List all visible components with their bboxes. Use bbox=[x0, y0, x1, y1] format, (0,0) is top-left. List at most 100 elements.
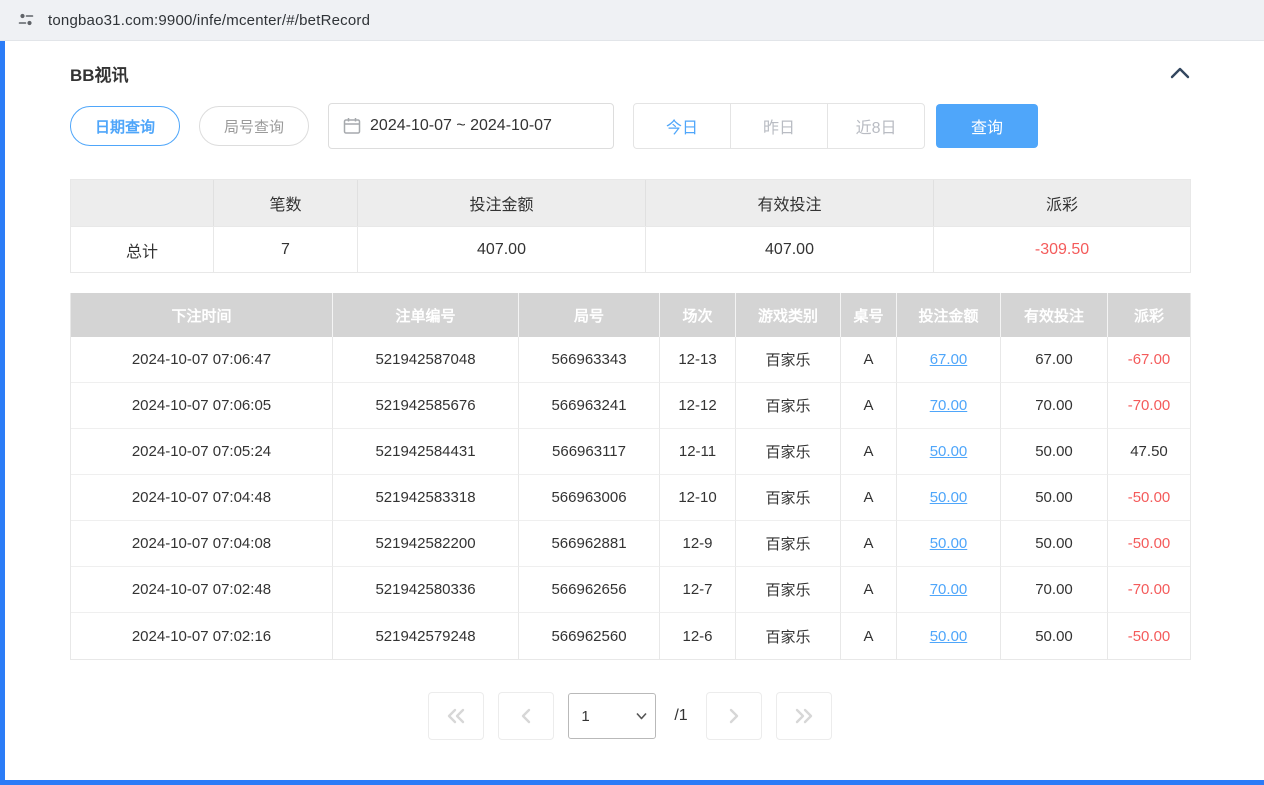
next-page-button[interactable] bbox=[706, 692, 762, 740]
summary-table: 笔数投注金额有效投注派彩 总计7407.00407.00-309.50 bbox=[70, 179, 1191, 273]
table-header-cell: 桌号 bbox=[841, 293, 897, 337]
order-id-cell: 521942580336 bbox=[333, 567, 519, 613]
double-chevron-left-icon bbox=[445, 708, 467, 724]
table-body: 2024-10-07 07:06:47521942587048566963343… bbox=[71, 337, 1190, 659]
round-id-cell: 566963006 bbox=[519, 475, 660, 521]
bet-amount-link[interactable]: 67.00 bbox=[897, 337, 1001, 383]
summary-label-cell: 总计 bbox=[71, 226, 214, 272]
table-no-cell: A bbox=[841, 521, 897, 567]
summary-count-cell: 7 bbox=[214, 226, 358, 272]
valid-bet-cell: 70.00 bbox=[1001, 567, 1108, 613]
pagination: 1 /1 bbox=[70, 692, 1190, 740]
double-chevron-right-icon bbox=[793, 708, 815, 724]
game-type-cell: 百家乐 bbox=[736, 383, 841, 429]
session-cell: 12-11 bbox=[660, 429, 736, 475]
table-no-cell: A bbox=[841, 567, 897, 613]
payout-cell: -67.00 bbox=[1108, 337, 1190, 383]
chevron-right-icon bbox=[728, 708, 740, 724]
collapse-button[interactable] bbox=[1170, 67, 1190, 79]
table-no-cell: A bbox=[841, 383, 897, 429]
last-page-button[interactable] bbox=[776, 692, 832, 740]
quick-last8days-button[interactable]: 近8日 bbox=[827, 103, 925, 149]
date-range-input[interactable]: 2024-10-07 ~ 2024-10-07 bbox=[328, 103, 614, 149]
payout-cell: -70.00 bbox=[1108, 383, 1190, 429]
bet-amount-link[interactable]: 50.00 bbox=[897, 521, 1001, 567]
summary-valid-cell: 407.00 bbox=[646, 226, 934, 272]
bet-record-table: 下注时间注单编号局号场次游戏类别桌号投注金额有效投注派彩 2024-10-07 … bbox=[70, 293, 1191, 660]
table-row: 2024-10-07 07:02:48521942580336566962656… bbox=[71, 567, 1190, 613]
date-range-value: 2024-10-07 ~ 2024-10-07 bbox=[370, 117, 552, 135]
round-query-tab[interactable]: 局号查询 bbox=[199, 106, 309, 146]
valid-bet-cell: 70.00 bbox=[1001, 383, 1108, 429]
table-no-cell: A bbox=[841, 429, 897, 475]
chevron-left-icon bbox=[520, 708, 532, 724]
summary-bet-cell: 407.00 bbox=[358, 226, 646, 272]
search-button[interactable]: 查询 bbox=[936, 104, 1038, 148]
url-text: tongbao31.com:9900/infe/mcenter/#/betRec… bbox=[48, 12, 370, 29]
table-header-cell: 有效投注 bbox=[1001, 293, 1108, 337]
first-page-button[interactable] bbox=[428, 692, 484, 740]
bet-amount-link[interactable]: 50.00 bbox=[897, 475, 1001, 521]
summary-header-cell: 派彩 bbox=[934, 180, 1190, 226]
table-no-cell: A bbox=[841, 337, 897, 383]
table-header-row: 下注时间注单编号局号场次游戏类别桌号投注金额有效投注派彩 bbox=[71, 293, 1190, 337]
date-query-tab[interactable]: 日期查询 bbox=[70, 106, 180, 146]
valid-bet-cell: 50.00 bbox=[1001, 521, 1108, 567]
valid-bet-cell: 50.00 bbox=[1001, 475, 1108, 521]
filter-bar: 日期查询 局号查询 2024-10-07 ~ 2024-10-07 今日昨日近8… bbox=[70, 103, 1190, 149]
game-type-cell: 百家乐 bbox=[736, 521, 841, 567]
order-id-cell: 521942582200 bbox=[333, 521, 519, 567]
bet-time-cell: 2024-10-07 07:05:24 bbox=[71, 429, 333, 475]
prev-page-button[interactable] bbox=[498, 692, 554, 740]
bet-amount-link[interactable]: 50.00 bbox=[897, 429, 1001, 475]
page-select[interactable]: 1 bbox=[568, 693, 656, 739]
game-type-cell: 百家乐 bbox=[736, 567, 841, 613]
table-row: 2024-10-07 07:06:47521942587048566963343… bbox=[71, 337, 1190, 383]
session-cell: 12-13 bbox=[660, 337, 736, 383]
session-cell: 12-9 bbox=[660, 521, 736, 567]
table-row: 2024-10-07 07:06:05521942585676566963241… bbox=[71, 383, 1190, 429]
table-header-cell: 派彩 bbox=[1108, 293, 1190, 337]
payout-cell: -50.00 bbox=[1108, 613, 1190, 659]
summary-header-cell: 投注金额 bbox=[358, 180, 646, 226]
table-header-cell: 投注金额 bbox=[897, 293, 1001, 337]
bet-amount-link[interactable]: 50.00 bbox=[897, 613, 1001, 659]
summary-header-cell bbox=[71, 180, 214, 226]
game-type-cell: 百家乐 bbox=[736, 475, 841, 521]
table-header-cell: 局号 bbox=[519, 293, 660, 337]
session-cell: 12-10 bbox=[660, 475, 736, 521]
quick-yesterday-button[interactable]: 昨日 bbox=[730, 103, 828, 149]
table-no-cell: A bbox=[841, 613, 897, 659]
valid-bet-cell: 50.00 bbox=[1001, 429, 1108, 475]
session-cell: 12-12 bbox=[660, 383, 736, 429]
bet-time-cell: 2024-10-07 07:04:08 bbox=[71, 521, 333, 567]
game-type-cell: 百家乐 bbox=[736, 337, 841, 383]
table-row: 2024-10-07 07:05:24521942584431566963117… bbox=[71, 429, 1190, 475]
game-type-cell: 百家乐 bbox=[736, 613, 841, 659]
table-row: 2024-10-07 07:04:48521942583318566963006… bbox=[71, 475, 1190, 521]
bet-time-cell: 2024-10-07 07:02:16 bbox=[71, 613, 333, 659]
summary-total-row: 总计7407.00407.00-309.50 bbox=[71, 226, 1190, 272]
bet-amount-link[interactable]: 70.00 bbox=[897, 383, 1001, 429]
page-total: /1 bbox=[674, 707, 687, 725]
bet-amount-link[interactable]: 70.00 bbox=[897, 567, 1001, 613]
valid-bet-cell: 67.00 bbox=[1001, 337, 1108, 383]
table-no-cell: A bbox=[841, 475, 897, 521]
bet-time-cell: 2024-10-07 07:04:48 bbox=[71, 475, 333, 521]
page-frame: BB视讯 日期查询 局号查询 2024-10 bbox=[0, 41, 1264, 785]
summary-header-row: 笔数投注金额有效投注派彩 bbox=[71, 180, 1190, 226]
game-type-cell: 百家乐 bbox=[736, 429, 841, 475]
table-header-cell: 下注时间 bbox=[71, 293, 333, 337]
order-id-cell: 521942585676 bbox=[333, 383, 519, 429]
order-id-cell: 521942583318 bbox=[333, 475, 519, 521]
order-id-cell: 521942579248 bbox=[333, 613, 519, 659]
table-header-cell: 场次 bbox=[660, 293, 736, 337]
browser-url-bar[interactable]: tongbao31.com:9900/infe/mcenter/#/betRec… bbox=[0, 0, 1264, 41]
quick-today-button[interactable]: 今日 bbox=[633, 103, 731, 149]
summary-header-cell: 有效投注 bbox=[646, 180, 934, 226]
table-row: 2024-10-07 07:04:08521942582200566962881… bbox=[71, 521, 1190, 567]
chevron-up-icon bbox=[1170, 67, 1190, 79]
site-settings-icon[interactable] bbox=[16, 10, 36, 30]
table-header-cell: 游戏类别 bbox=[736, 293, 841, 337]
round-id-cell: 566962560 bbox=[519, 613, 660, 659]
